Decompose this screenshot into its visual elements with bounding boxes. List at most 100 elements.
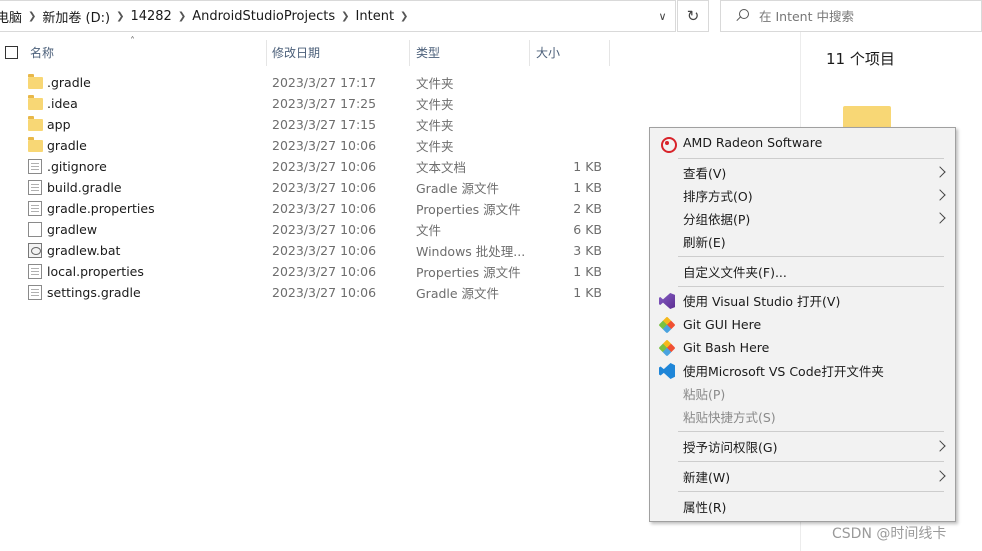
menu-separator [678, 461, 944, 462]
chevron-right-icon[interactable]: ❯ [339, 11, 351, 22]
file-name: .gitignore [47, 159, 107, 174]
file-size: 3 KB [573, 243, 602, 258]
folder-icon [28, 74, 43, 89]
file-row[interactable]: settings.gradle 2023/3/27 10:06 Gradle 源… [0, 282, 640, 303]
chevron-right-icon[interactable]: ❯ [114, 11, 126, 22]
column-header-size[interactable]: 大小 [536, 38, 606, 66]
chevron-right-icon[interactable]: ❯ [26, 11, 38, 22]
breadcrumb-item-drive[interactable]: 新加卷 (D:) [38, 7, 114, 26]
address-bar[interactable]: 电脑 ❯ 新加卷 (D:) ❯ 14282 ❯ AndroidStudioPro… [0, 0, 676, 32]
menu-separator [678, 256, 944, 257]
menu-item-amd-radeon[interactable]: AMD Radeon Software [650, 131, 955, 154]
file-size: 6 KB [573, 222, 602, 237]
breadcrumb-item-current[interactable]: Intent [352, 9, 399, 24]
file-row[interactable]: local.properties 2023/3/27 10:06 Propert… [0, 261, 640, 282]
menu-item-group-by[interactable]: 分组依据(P) [650, 207, 955, 230]
file-row[interactable]: gradlew.bat 2023/3/27 10:06 Windows 批处理.… [0, 240, 640, 261]
file-row[interactable]: build.gradle 2023/3/27 10:06 Gradle 源文件 … [0, 177, 640, 198]
file-name: gradle.properties [47, 201, 155, 216]
file-date: 2023/3/27 10:06 [272, 180, 377, 195]
breadcrumb-item-user[interactable]: 14282 [126, 9, 175, 24]
breadcrumb-item-pc[interactable]: 电脑 [0, 7, 26, 26]
breadcrumb-item-projects[interactable]: AndroidStudioProjects [188, 9, 339, 24]
git-icon [658, 316, 676, 334]
menu-item-git-bash[interactable]: Git Bash Here [650, 336, 955, 359]
file-type: Windows 批处理... [416, 244, 526, 259]
context-menu: AMD Radeon Software 查看(V) 排序方式(O) 分组依据(P… [649, 127, 956, 522]
folder-icon [28, 116, 43, 131]
search-box[interactable] [720, 0, 982, 32]
chevron-right-icon[interactable]: ❯ [398, 11, 410, 22]
amd-radeon-icon [659, 135, 677, 153]
file-date: 2023/3/27 10:06 [272, 222, 377, 237]
column-divider[interactable] [266, 40, 267, 66]
menu-item-refresh[interactable]: 刷新(E) [650, 230, 955, 253]
menu-item-open-vscode[interactable]: 使用Microsoft VS Code打开文件夹 [650, 359, 955, 382]
text-document-icon [28, 285, 42, 300]
menu-item-view[interactable]: 查看(V) [650, 161, 955, 184]
file-type: 文本文档 [416, 160, 467, 175]
menu-separator [678, 431, 944, 432]
file-size: 2 KB [573, 201, 602, 216]
menu-item-open-visual-studio[interactable]: 使用 Visual Studio 打开(V) [650, 289, 955, 312]
file-row[interactable]: gradlew 2023/3/27 10:06 文件 6 KB [0, 219, 640, 240]
chevron-right-icon [935, 439, 945, 453]
item-count: 11 个项目 [826, 50, 895, 68]
select-all-checkbox[interactable] [5, 46, 18, 59]
batch-file-icon [28, 243, 42, 258]
menu-item-grant-access[interactable]: 授予访问权限(G) [650, 435, 955, 458]
search-icon [733, 7, 751, 25]
file-date: 2023/3/27 10:06 [272, 138, 377, 153]
column-divider[interactable] [529, 40, 530, 66]
watermark: CSDN @时间线卡 [832, 526, 947, 542]
file-name: gradle [47, 138, 87, 153]
file-name: .idea [47, 96, 78, 111]
menu-item-new[interactable]: 新建(W) [650, 465, 955, 488]
file-row[interactable]: app 2023/3/27 17:15 文件夹 [0, 114, 640, 135]
file-list: .gradle 2023/3/27 17:17 文件夹 .idea 2023/3… [0, 72, 640, 303]
file-row[interactable]: .gitignore 2023/3/27 10:06 文本文档 1 KB [0, 156, 640, 177]
file-date: 2023/3/27 17:25 [272, 96, 377, 111]
file-row[interactable]: .idea 2023/3/27 17:25 文件夹 [0, 93, 640, 114]
file-type: 文件夹 [416, 139, 454, 154]
column-divider[interactable] [609, 40, 610, 66]
column-headers: ˄ 名称 修改日期 类型 大小 [0, 36, 640, 66]
menu-item-sort-by[interactable]: 排序方式(O) [650, 184, 955, 207]
file-type: Gradle 源文件 [416, 286, 500, 301]
menu-item-git-gui[interactable]: Git GUI Here [650, 313, 955, 336]
file-type: 文件夹 [416, 118, 454, 133]
chevron-down-icon: ∨ [658, 9, 667, 23]
address-history-dropdown[interactable]: ∨ [649, 1, 675, 31]
file-name: local.properties [47, 264, 144, 279]
blank-file-icon [28, 222, 42, 237]
search-input[interactable] [759, 8, 959, 24]
file-date: 2023/3/27 10:06 [272, 264, 377, 279]
file-date: 2023/3/27 10:06 [272, 243, 377, 258]
file-name: build.gradle [47, 180, 122, 195]
column-header-date[interactable]: 修改日期 [272, 38, 406, 66]
file-date: 2023/3/27 10:06 [272, 285, 377, 300]
menu-item-paste: 粘贴(P) [683, 387, 726, 402]
file-date: 2023/3/27 10:06 [272, 201, 377, 216]
menu-item-customize-folder[interactable]: 自定义文件夹(F)... [650, 260, 955, 283]
menu-separator [678, 286, 944, 287]
chevron-right-icon [935, 211, 945, 225]
menu-item-properties[interactable]: 属性(R) [650, 495, 955, 518]
file-type: 文件 [416, 223, 442, 238]
visual-studio-icon [659, 293, 675, 309]
column-divider[interactable] [409, 40, 410, 66]
chevron-right-icon [935, 469, 945, 483]
file-row[interactable]: gradle 2023/3/27 10:06 文件夹 [0, 135, 640, 156]
chevron-right-icon[interactable]: ❯ [176, 11, 188, 22]
file-type: 文件夹 [416, 76, 454, 91]
file-row[interactable]: .gradle 2023/3/27 17:17 文件夹 [0, 72, 640, 93]
column-header-name[interactable]: 名称 [30, 38, 264, 66]
file-date: 2023/3/27 17:15 [272, 117, 377, 132]
file-name: gradlew [47, 222, 98, 237]
refresh-button[interactable]: ↻ [677, 0, 709, 32]
file-row[interactable]: gradle.properties 2023/3/27 10:06 Proper… [0, 198, 640, 219]
text-document-icon [28, 201, 42, 216]
column-header-type[interactable]: 类型 [416, 38, 526, 66]
git-icon [658, 339, 676, 357]
text-document-icon [28, 180, 42, 195]
